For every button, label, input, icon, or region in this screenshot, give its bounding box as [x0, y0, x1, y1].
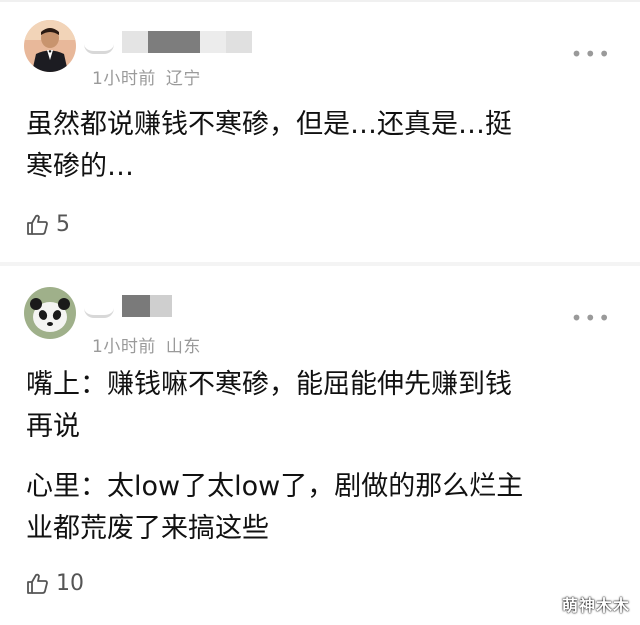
username-mosaic [84, 37, 114, 54]
avatar[interactable] [24, 20, 76, 72]
comment-text: 嘴上：赚钱嘛不寒碜，能屈能伸先赚到钱 再说 [26, 369, 512, 442]
more-dots-icon[interactable]: ••• [571, 306, 612, 330]
comment-item: 1小时前 辽宁 ••• 虽然都说赚钱不寒碜，但是…还真是…挺 寒碜的… 5 [0, 0, 640, 262]
comment-location: 辽宁 [165, 69, 201, 89]
username-masked[interactable] [84, 28, 252, 56]
avatar[interactable] [24, 287, 76, 339]
username-mosaic [122, 31, 148, 53]
comment-item: 1小时前 山东 ••• 嘴上：赚钱嘛不寒碜，能屈能伸先赚到钱 再说 心里：太low… [0, 266, 640, 625]
like-count: 5 [56, 212, 70, 237]
username-mosaic [148, 31, 200, 53]
comment-meta: 1小时前 山东 [92, 332, 201, 357]
like-button[interactable]: 10 [26, 571, 84, 596]
watermark: 萌神木木 [561, 596, 630, 615]
username-mosaic [150, 295, 172, 317]
comment-meta: 1小时前 辽宁 [92, 64, 201, 89]
username-mosaic [226, 31, 252, 53]
thumbs-up-icon [27, 573, 48, 594]
comment-location: 山东 [165, 337, 201, 357]
comment-text: 心里：太low了太low了，剧做的那么烂主 业都荒废了来搞这些 [26, 471, 524, 544]
username-masked[interactable] [84, 292, 172, 320]
thumbs-up-icon [27, 214, 48, 235]
username-mosaic [84, 301, 114, 318]
comment-text: 虽然都说赚钱不寒碜，但是…还真是…挺 寒碜的… [26, 109, 512, 182]
username-mosaic [200, 31, 226, 53]
more-dots-icon[interactable]: ••• [571, 42, 612, 66]
comment-time: 1小时前 [92, 337, 156, 357]
like-count: 10 [56, 571, 84, 596]
comment-time: 1小时前 [92, 69, 156, 89]
avatar-panda-image [24, 287, 76, 339]
avatar-portrait-image [24, 20, 76, 72]
username-mosaic [122, 295, 150, 317]
like-button[interactable]: 5 [26, 212, 70, 237]
